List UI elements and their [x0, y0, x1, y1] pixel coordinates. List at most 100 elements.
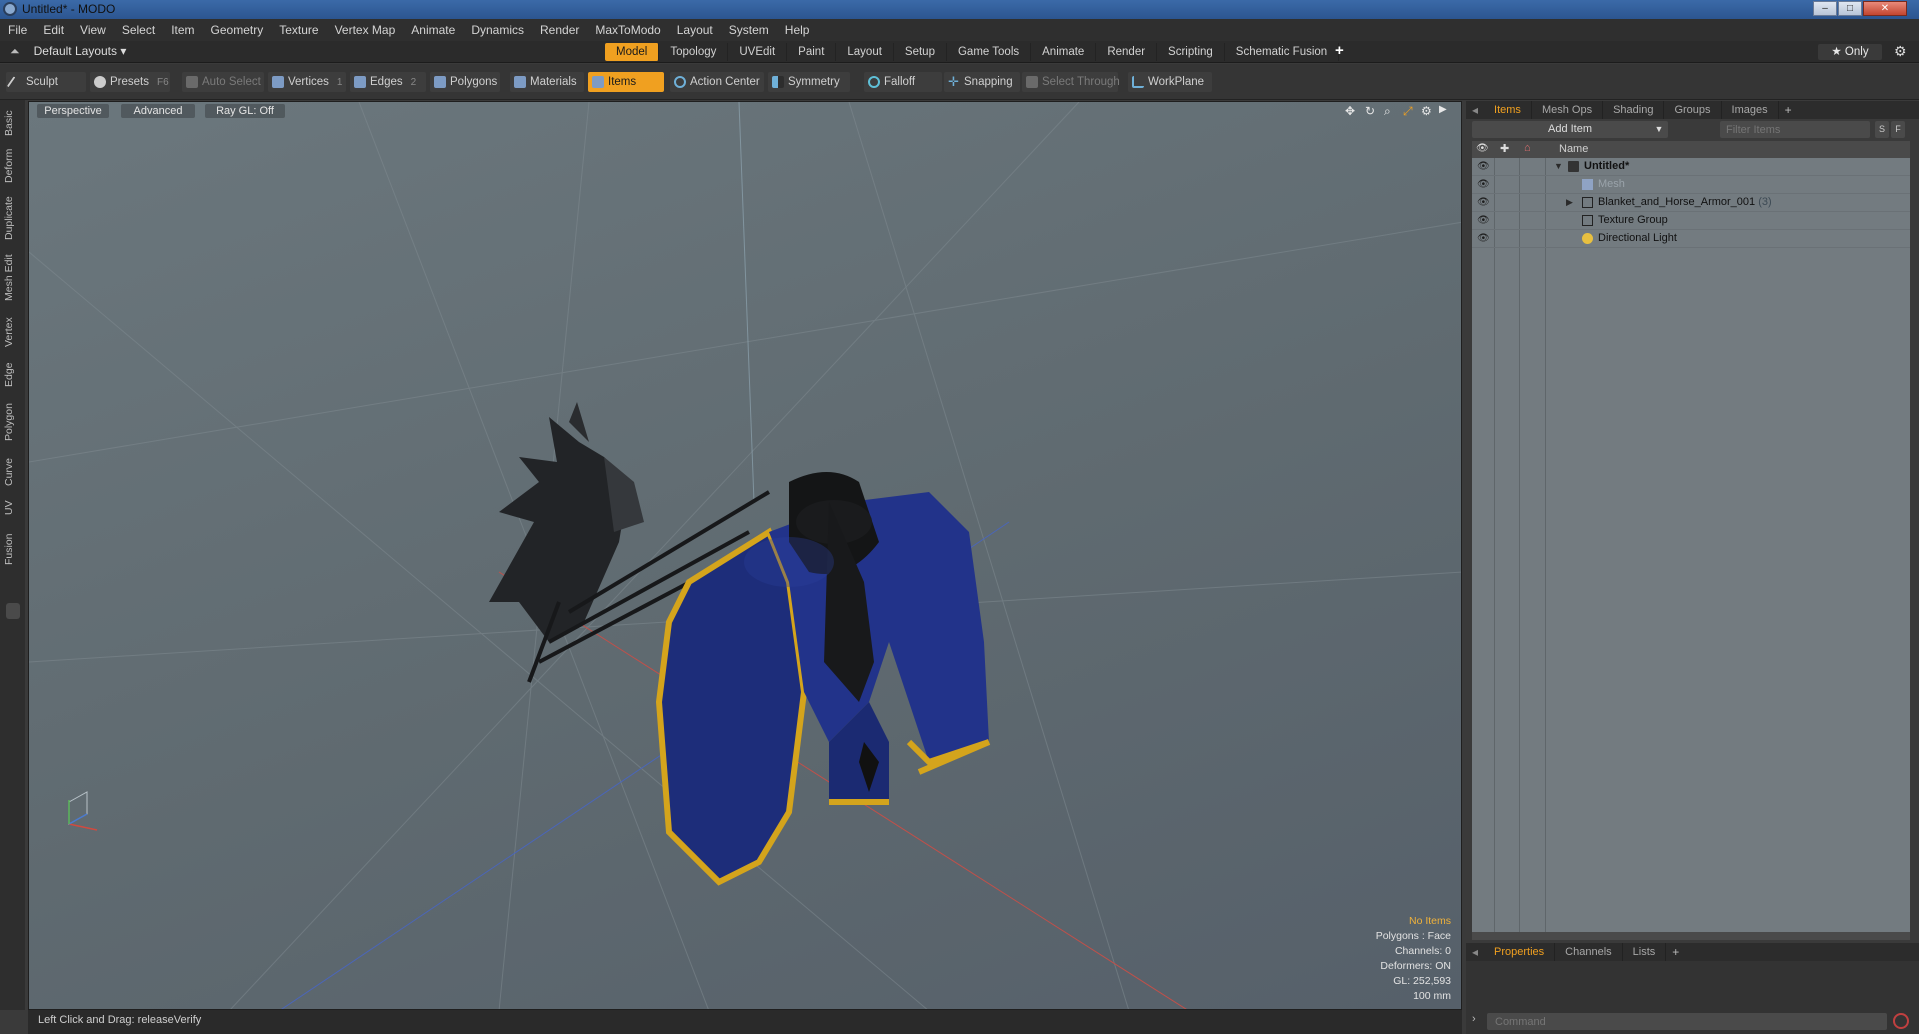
menu-help[interactable]: Help [777, 19, 818, 41]
expand-arrow-icon[interactable]: ▼ [1554, 161, 1563, 171]
tab-layout[interactable]: Layout [836, 43, 894, 61]
add-panel-tab-button[interactable]: + [1666, 943, 1685, 961]
tab-render[interactable]: Render [1096, 43, 1158, 61]
tab-scripting[interactable]: Scripting [1157, 43, 1225, 61]
menu-layout[interactable]: Layout [669, 19, 721, 41]
visibility-column-icon[interactable]: 👁 [1476, 143, 1489, 154]
auto-select-button[interactable]: Auto Select [182, 72, 264, 92]
sidetab-polygon[interactable]: Polygon [3, 398, 21, 446]
menu-view[interactable]: View [72, 19, 114, 41]
name-column-header[interactable]: Name [1559, 143, 1588, 155]
menu-vertex-map[interactable]: Vertex Map [327, 19, 404, 41]
tree-row-untitled[interactable]: 👁 ▼ Untitled* [1472, 158, 1910, 176]
eye-icon[interactable]: 👁 [1477, 215, 1491, 226]
type-column-icon[interactable]: ⌂ [1524, 142, 1531, 154]
tab-topology[interactable]: Topology [659, 43, 729, 61]
only-button[interactable]: ★ Only [1818, 44, 1882, 60]
sidetab-mesh-edit[interactable]: Mesh Edit [3, 252, 21, 304]
presets-button[interactable]: Presets F6 [90, 72, 170, 92]
rotate-icon[interactable]: ↻ [1365, 104, 1375, 118]
filter-items-input[interactable] [1720, 121, 1870, 138]
expand-arrow-icon[interactable]: ▶ [1566, 197, 1573, 208]
sidetab-basic[interactable]: Basic [3, 106, 21, 140]
edges-button[interactable]: Edges 2 [350, 72, 426, 92]
tab-shading[interactable]: Shading [1603, 101, 1665, 119]
eye-icon[interactable]: 👁 [1477, 233, 1491, 244]
sidetab-deform[interactable]: Deform [3, 146, 21, 186]
tree-scrollbar[interactable] [1472, 932, 1910, 940]
maximize-viewport-icon[interactable]: ⤢ [1403, 104, 1413, 119]
tree-row-blanket-armor[interactable]: 👁 ▶ Blanket_and_Horse_Armor_001 (3) [1472, 194, 1910, 212]
eye-icon[interactable]: 👁 [1477, 179, 1491, 190]
sculpt-button[interactable]: Sculpt [6, 72, 86, 92]
sidetab-duplicate[interactable]: Duplicate [3, 192, 21, 244]
default-layouts-dropdown[interactable]: ⏶ Default Layouts ▾ [10, 44, 126, 60]
action-center-button[interactable]: Action Center [670, 72, 764, 92]
tab-setup[interactable]: Setup [894, 43, 947, 61]
menu-maxtomodo[interactable]: MaxToModo [587, 19, 668, 41]
tree-row-texture-group[interactable]: 👁 Texture Group [1472, 212, 1910, 230]
eye-icon[interactable]: 👁 [1477, 161, 1491, 172]
menu-select[interactable]: Select [114, 19, 163, 41]
filter-s-button[interactable]: S [1875, 121, 1889, 138]
workplane-button[interactable]: WorkPlane [1128, 72, 1212, 92]
symmetry-button[interactable]: Symmetry [768, 72, 850, 92]
add-tab-button[interactable]: + [1335, 42, 1344, 59]
viewport-menu-arrow-icon[interactable]: ▶ [1439, 104, 1447, 115]
tab-channels[interactable]: Channels [1555, 943, 1623, 961]
sidetab-curve[interactable]: Curve [3, 454, 21, 490]
menu-dynamics[interactable]: Dynamics [463, 19, 532, 41]
tab-lists[interactable]: Lists [1623, 943, 1667, 961]
snapping-button[interactable]: ✛ Snapping [944, 72, 1020, 92]
panel-pin-icon[interactable]: ◂ [1466, 943, 1484, 961]
tab-groups[interactable]: Groups [1664, 101, 1722, 119]
command-input[interactable] [1487, 1013, 1887, 1030]
zoom-icon[interactable]: ⌕ [1384, 104, 1391, 119]
tab-images[interactable]: Images [1722, 101, 1779, 119]
menu-texture[interactable]: Texture [271, 19, 326, 41]
raygl-button[interactable]: Ray GL: Off [205, 104, 285, 118]
falloff-button[interactable]: Falloff [864, 72, 942, 92]
sidetab-vertex[interactable]: Vertex [3, 312, 21, 352]
vertices-button[interactable]: Vertices 1 [268, 72, 346, 92]
tab-game-tools[interactable]: Game Tools [947, 43, 1032, 61]
close-button[interactable]: ✕ [1863, 1, 1907, 16]
add-item-button[interactable]: Add Item [1472, 121, 1668, 138]
polygons-button[interactable]: Polygons [430, 72, 500, 92]
menu-animate[interactable]: Animate [403, 19, 463, 41]
pan-icon[interactable]: ✥ [1345, 104, 1355, 118]
tab-animate[interactable]: Animate [1031, 43, 1097, 61]
panel-pin-icon[interactable]: ◂ [1466, 101, 1484, 119]
sidetab-uv[interactable]: UV [3, 496, 21, 520]
tab-paint[interactable]: Paint [787, 43, 837, 61]
perspective-button[interactable]: Perspective [37, 104, 109, 118]
tab-mesh-ops[interactable]: Mesh Ops [1532, 101, 1604, 119]
tab-uvedit[interactable]: UVEdit [728, 43, 788, 61]
menu-system[interactable]: System [721, 19, 777, 41]
gear-icon[interactable]: ⚙ [1894, 43, 1907, 60]
select-through-button[interactable]: Select Through [1022, 72, 1120, 92]
tab-properties[interactable]: Properties [1484, 943, 1556, 961]
maximize-button[interactable]: □ [1838, 1, 1862, 16]
tab-model[interactable]: Model [605, 43, 660, 61]
record-icon[interactable] [1893, 1013, 1909, 1029]
menu-render[interactable]: Render [532, 19, 587, 41]
menu-edit[interactable]: Edit [35, 19, 72, 41]
tab-schematic-fusion[interactable]: Schematic Fusion [1225, 43, 1340, 61]
advanced-button[interactable]: Advanced [121, 104, 195, 118]
eye-icon[interactable]: 👁 [1477, 197, 1491, 208]
filter-f-button[interactable]: F [1891, 121, 1905, 138]
tab-items[interactable]: Items [1484, 101, 1532, 119]
materials-button[interactable]: Materials [510, 72, 584, 92]
chevron-down-icon[interactable]: ▼ [1650, 121, 1668, 138]
tree-row-directional-light[interactable]: 👁 Directional Light [1472, 230, 1910, 248]
sidetab-fusion[interactable]: Fusion [3, 528, 21, 570]
minimize-button[interactable]: – [1813, 1, 1837, 16]
menu-item[interactable]: Item [163, 19, 202, 41]
3d-viewport[interactable]: Perspective Advanced Ray GL: Off ✥ ↻ ⌕ ⤢… [28, 101, 1462, 1010]
sidetab-edge[interactable]: Edge [3, 358, 21, 392]
menu-geometry[interactable]: Geometry [203, 19, 272, 41]
add-panel-tab-button[interactable]: + [1779, 101, 1798, 119]
viewport-gear-icon[interactable]: ⚙ [1421, 104, 1432, 118]
items-button[interactable]: Items [588, 72, 664, 92]
